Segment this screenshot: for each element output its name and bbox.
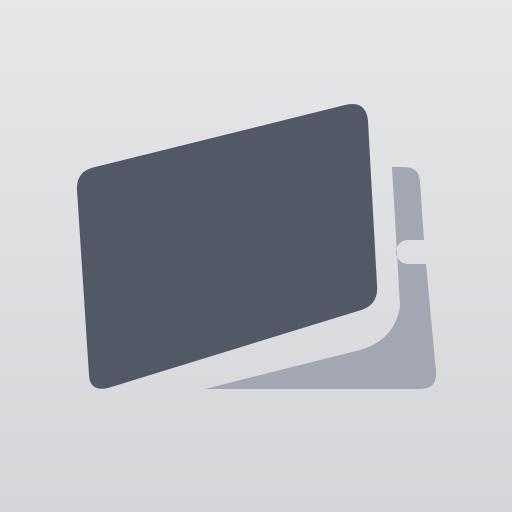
front-card (76, 104, 378, 389)
app-icon (0, 0, 512, 512)
stacked-cards-icon (76, 104, 437, 389)
